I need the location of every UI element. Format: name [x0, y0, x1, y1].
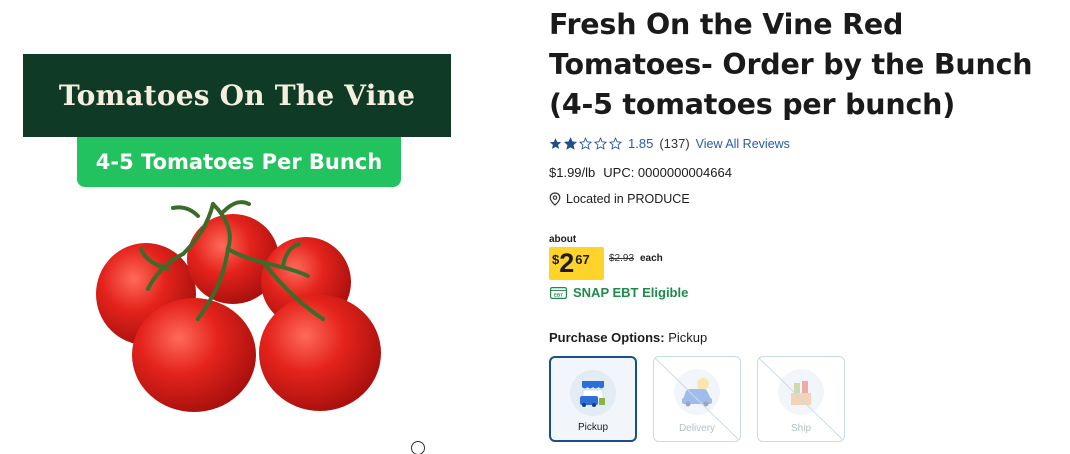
- tomato-bunch-illustration: [96, 200, 381, 412]
- star-rating: [549, 137, 622, 150]
- ebt-badge-text: EBT: [554, 292, 563, 297]
- location-pin-icon: [549, 192, 561, 206]
- price-upc-row: $1.99/lb UPC: 0000000004664: [549, 165, 732, 180]
- image-pill: 4-5 Tomatoes Per Bunch: [77, 137, 401, 187]
- zoom-icon[interactable]: [411, 441, 425, 454]
- price-whole: 2: [559, 248, 575, 278]
- purchase-option-ship[interactable]: Ship: [757, 356, 845, 442]
- image-banner-text: Tomatoes On The Vine: [58, 79, 416, 112]
- purchase-option-delivery[interactable]: Delivery: [653, 356, 741, 442]
- unavailable-strike: [758, 357, 844, 441]
- rating-row: 1.85 (137) View All Reviews: [549, 136, 790, 151]
- price-cents: 67: [575, 252, 590, 267]
- product-image[interactable]: Tomatoes On The Vine 4-5 Tomatoes Per Bu…: [23, 54, 451, 454]
- star-empty-icon: [609, 137, 622, 150]
- original-price: $2.93: [609, 253, 635, 264]
- tomato: [259, 295, 381, 411]
- rating-value: 1.85: [628, 136, 654, 151]
- star-partial-icon: [564, 137, 577, 150]
- star-full-icon: [549, 138, 562, 149]
- location-text: Located in PRODUCE: [566, 192, 690, 206]
- store-pickup-icon: [570, 370, 616, 416]
- purchase-options-label: Purchase Options: Pickup: [549, 330, 707, 345]
- star-empty-icon: [579, 137, 592, 150]
- review-count: (137): [659, 136, 690, 151]
- snap-ebt-eligible: EBT SNAP EBT Eligible: [550, 285, 688, 300]
- purchase-options-heading: Purchase Options:: [549, 330, 665, 345]
- product-title: Fresh On the Vine Red Tomatoes- Order by…: [549, 8, 1033, 121]
- each-label: each: [640, 253, 663, 264]
- purchase-options-selected: Pickup: [668, 330, 708, 345]
- star-empty-icon: [594, 137, 607, 150]
- purchase-option-pickup[interactable]: Pickup: [549, 356, 637, 442]
- store-location: Located in PRODUCE: [549, 192, 690, 206]
- image-pill-text: 4-5 Tomatoes Per Bunch: [95, 150, 383, 174]
- tomato: [132, 298, 256, 412]
- ebt-card-icon: EBT: [550, 286, 567, 299]
- image-banner: Tomatoes On The Vine: [23, 54, 451, 137]
- view-all-reviews-link[interactable]: View All Reviews: [696, 137, 790, 151]
- purchase-option-label: Pickup: [577, 422, 608, 433]
- sale-price-tag: $ 2 67: [549, 247, 604, 280]
- unit-price: $1.99/lb: [549, 165, 596, 180]
- price-dollar-sign: $: [552, 252, 560, 267]
- upc-code: UPC: 0000000004664: [603, 165, 732, 180]
- unavailable-strike: [654, 357, 740, 441]
- snap-label: SNAP EBT Eligible: [573, 285, 689, 300]
- about-label: about: [549, 234, 577, 245]
